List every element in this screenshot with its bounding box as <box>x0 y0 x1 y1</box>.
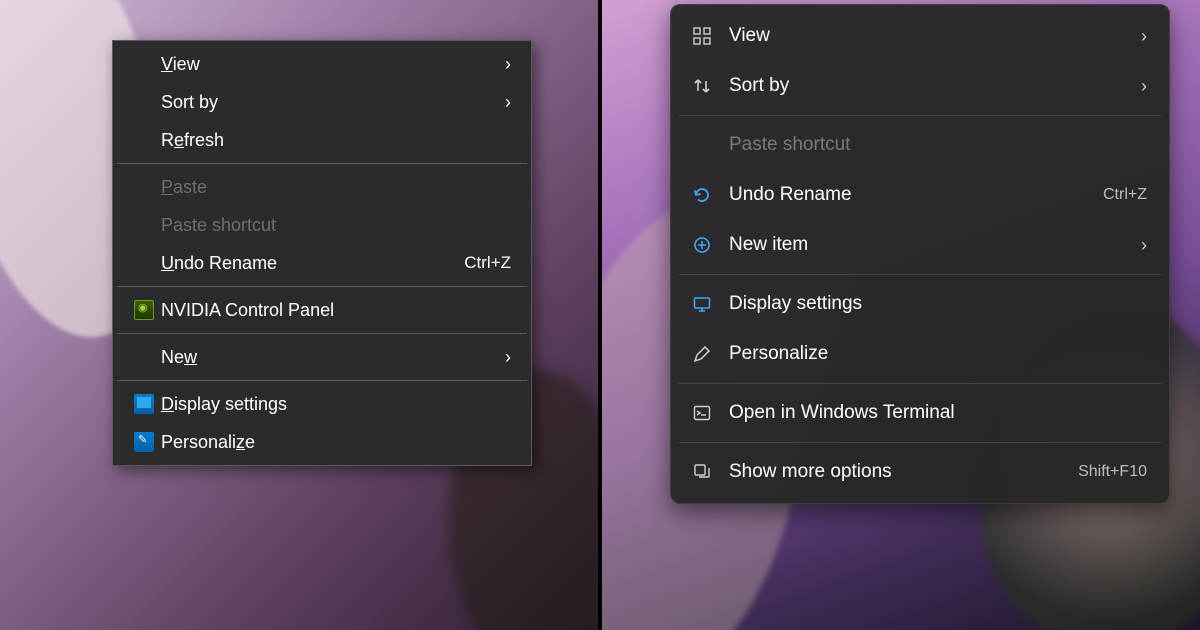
menu-shortcut: Ctrl+Z <box>1103 186 1147 204</box>
menu-item-sort-by[interactable]: Sort by › <box>115 83 529 121</box>
menu-label: New <box>161 347 497 368</box>
context-menu-win11: View › Sort by › Paste shortcut Undo Ren… <box>670 4 1170 504</box>
menu-separator <box>679 115 1161 116</box>
menu-label: View <box>729 25 1141 47</box>
menu-item-new[interactable]: New item › <box>677 220 1163 270</box>
chevron-right-icon: › <box>1141 235 1147 256</box>
menu-separator <box>679 442 1161 443</box>
menu-label: Paste <box>161 177 511 198</box>
chevron-right-icon: › <box>505 92 511 113</box>
menu-label: Paste shortcut <box>161 215 511 236</box>
menu-separator <box>117 380 527 381</box>
terminal-icon <box>693 404 729 422</box>
panel-win11: View › Sort by › Paste shortcut Undo Ren… <box>602 0 1200 630</box>
menu-label: Display settings <box>161 394 511 415</box>
menu-label: New item <box>729 234 1141 256</box>
menu-item-personalize[interactable]: Personalize <box>677 329 1163 379</box>
menu-item-paste: Paste <box>115 168 529 206</box>
chevron-right-icon: › <box>505 54 511 75</box>
menu-separator <box>679 383 1161 384</box>
display-icon <box>127 394 161 414</box>
menu-label: Refresh <box>161 130 511 151</box>
menu-item-view[interactable]: View › <box>677 11 1163 61</box>
menu-separator <box>117 163 527 164</box>
menu-separator <box>679 274 1161 275</box>
panel-win10: View › Sort by › Refresh Paste Paste sho… <box>0 0 598 630</box>
menu-item-refresh[interactable]: Refresh <box>115 121 529 159</box>
menu-item-personalize[interactable]: Personalize <box>115 423 529 461</box>
menu-separator <box>117 333 527 334</box>
menu-item-show-more[interactable]: Show more options Shift+F10 <box>677 447 1163 497</box>
menu-item-display-settings[interactable]: Display settings <box>677 279 1163 329</box>
undo-icon <box>693 186 729 204</box>
menu-label: Sort by <box>161 92 497 113</box>
chevron-right-icon: › <box>1141 76 1147 97</box>
menu-label: Undo Rename <box>161 253 464 274</box>
menu-label: NVIDIA Control Panel <box>161 300 511 321</box>
nvidia-icon <box>127 300 161 320</box>
menu-item-undo-rename[interactable]: Undo Rename Ctrl+Z <box>115 244 529 282</box>
menu-item-undo-rename[interactable]: Undo Rename Ctrl+Z <box>677 170 1163 220</box>
personalize-pen-icon <box>693 345 729 363</box>
menu-shortcut: Shift+F10 <box>1078 463 1147 481</box>
menu-label: Open in Windows Terminal <box>729 402 1147 424</box>
context-menu-win10: View › Sort by › Refresh Paste Paste sho… <box>112 40 532 466</box>
menu-item-view[interactable]: View › <box>115 45 529 83</box>
menu-item-paste-shortcut: Paste shortcut <box>115 206 529 244</box>
menu-shortcut: Ctrl+Z <box>464 253 511 273</box>
menu-item-new[interactable]: New › <box>115 338 529 376</box>
menu-label: Sort by <box>729 75 1141 97</box>
menu-item-open-terminal[interactable]: Open in Windows Terminal <box>677 388 1163 438</box>
menu-item-sort-by[interactable]: Sort by › <box>677 61 1163 111</box>
show-more-icon <box>693 463 729 481</box>
menu-label: View <box>161 54 497 75</box>
personalize-icon <box>127 432 161 452</box>
menu-label: Display settings <box>729 293 1147 315</box>
menu-item-display-settings[interactable]: Display settings <box>115 385 529 423</box>
menu-label: Undo Rename <box>729 184 1103 206</box>
menu-item-nvidia[interactable]: NVIDIA Control Panel <box>115 291 529 329</box>
view-grid-icon <box>693 27 729 45</box>
menu-label: Personalize <box>161 432 511 453</box>
menu-label: Personalize <box>729 343 1147 365</box>
chevron-right-icon: › <box>505 347 511 368</box>
menu-separator <box>117 286 527 287</box>
menu-item-paste-shortcut: Paste shortcut <box>677 120 1163 170</box>
chevron-right-icon: › <box>1141 26 1147 47</box>
display-icon <box>693 295 729 313</box>
menu-label: Show more options <box>729 461 1078 483</box>
menu-label: Paste shortcut <box>729 134 1147 156</box>
sort-icon <box>693 77 729 95</box>
new-plus-icon <box>693 236 729 254</box>
